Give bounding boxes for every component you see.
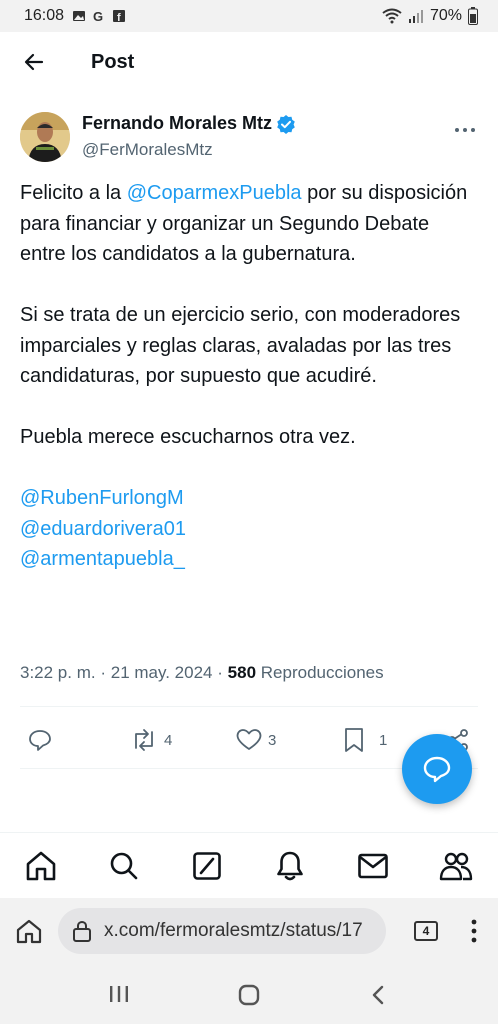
- top-header: Post: [0, 32, 498, 92]
- search-icon: [110, 852, 138, 880]
- gallery-icon: [73, 11, 86, 21]
- post-time[interactable]: 3:22 p. m.: [20, 663, 96, 682]
- tweet-paragraph-2: Si se trata de un ejercicio serio, con m…: [20, 304, 461, 387]
- svg-text:f: f: [117, 12, 121, 23]
- communities-icon: [439, 852, 473, 881]
- avatar-image: [20, 112, 70, 162]
- back-system-button[interactable]: [370, 984, 386, 1011]
- home-circle-icon: [238, 984, 260, 1006]
- battery-percent: 70%: [429, 7, 462, 24]
- envelope-icon: [358, 853, 388, 879]
- url-text[interactable]: x.com/fermoralesmtz/status/17: [104, 920, 363, 942]
- nav-grok[interactable]: [190, 849, 224, 883]
- verified-badge-icon: [277, 114, 295, 134]
- tab-switcher-button[interactable]: 4: [414, 921, 438, 941]
- back-button[interactable]: [20, 48, 48, 76]
- page-title: Post: [91, 50, 135, 73]
- bookmark-count: 1: [379, 731, 388, 749]
- recents-icon: [110, 986, 128, 1002]
- nav-home[interactable]: [24, 849, 58, 883]
- nav-messages[interactable]: [356, 849, 390, 883]
- system-nav: [0, 964, 498, 1024]
- reply-bubble-icon: [423, 756, 451, 783]
- repost-button[interactable]: 4: [130, 728, 172, 752]
- nav-notifications[interactable]: [273, 849, 307, 883]
- home-icon: [26, 851, 56, 881]
- bottom-nav: [0, 832, 498, 898]
- heart-icon: [236, 729, 262, 750]
- signal-icon: [408, 10, 423, 23]
- mention-link[interactable]: @eduardorivera01: [20, 514, 480, 545]
- reply-icon: [29, 730, 51, 751]
- avatar[interactable]: [20, 112, 70, 162]
- author-name-row[interactable]: Fernando Morales Mtz: [82, 113, 296, 134]
- lock-icon: [73, 920, 91, 942]
- browser-bar: x.com/fermoralesmtz/status/17 4: [0, 898, 498, 964]
- repost-count: 4: [164, 731, 173, 749]
- more-dots-icon: [455, 128, 475, 132]
- author-name[interactable]: Fernando Morales Mtz: [82, 113, 272, 134]
- tweet-paragraph-1: Felicito a la @CoparmexPuebla por su dis…: [20, 182, 468, 265]
- post-date[interactable]: 21 may. 2024: [111, 663, 213, 682]
- browser-home-button[interactable]: [16, 918, 42, 949]
- bookmark-icon: [345, 728, 363, 752]
- new-reply-fab[interactable]: [402, 734, 472, 804]
- status-bar: 16:08 G f 70%: [0, 0, 498, 32]
- home-system-button[interactable]: [238, 984, 260, 1011]
- mentions-list: @RubenFurlongM @eduardorivera01 @armenta…: [20, 483, 480, 575]
- google-icon: G: [93, 9, 103, 23]
- grok-icon: [193, 852, 221, 880]
- mention-link[interactable]: @armentapuebla_: [20, 544, 480, 575]
- more-options-button[interactable]: [454, 116, 476, 139]
- arrow-left-icon: [24, 53, 44, 71]
- facebook-icon: f: [113, 10, 126, 23]
- views-label: Reproducciones: [260, 663, 384, 682]
- svg-text:G: G: [93, 9, 103, 23]
- like-count: 3: [268, 731, 277, 749]
- post-meta: 3:22 p. m. · 21 may. 2024 · 580 Reproduc…: [20, 663, 384, 682]
- battery-icon: [468, 7, 478, 25]
- menu-dots-icon: [471, 919, 477, 943]
- mention-link[interactable]: @CoparmexPuebla: [127, 182, 302, 204]
- like-button[interactable]: 3: [236, 728, 276, 752]
- nav-explore[interactable]: [107, 849, 141, 883]
- nav-communities[interactable]: [439, 849, 473, 883]
- wifi-icon: [382, 8, 402, 24]
- views-count: 580: [227, 663, 257, 682]
- mention-link[interactable]: @RubenFurlongM: [20, 483, 480, 514]
- browser-menu-button[interactable]: [470, 918, 478, 949]
- url-bar[interactable]: x.com/fermoralesmtz/status/17: [58, 908, 386, 954]
- repost-icon: [135, 729, 153, 751]
- home-outline-icon: [16, 919, 42, 944]
- tweet-paragraph-3: Puebla merece escucharnos otra vez.: [20, 426, 356, 448]
- chevron-left-icon: [372, 985, 384, 1005]
- bell-icon: [277, 851, 303, 881]
- recents-button[interactable]: [108, 984, 130, 1009]
- status-time: 16:08: [24, 7, 65, 24]
- author-handle[interactable]: @FerMoralesMtz: [82, 140, 296, 160]
- bookmark-button[interactable]: 1: [343, 727, 387, 753]
- reply-button[interactable]: [28, 728, 52, 752]
- divider: [20, 706, 478, 707]
- tweet-text: Felicito a la @CoparmexPuebla por su dis…: [20, 178, 480, 575]
- post-header: Fernando Morales Mtz @FerMoralesMtz: [20, 108, 480, 168]
